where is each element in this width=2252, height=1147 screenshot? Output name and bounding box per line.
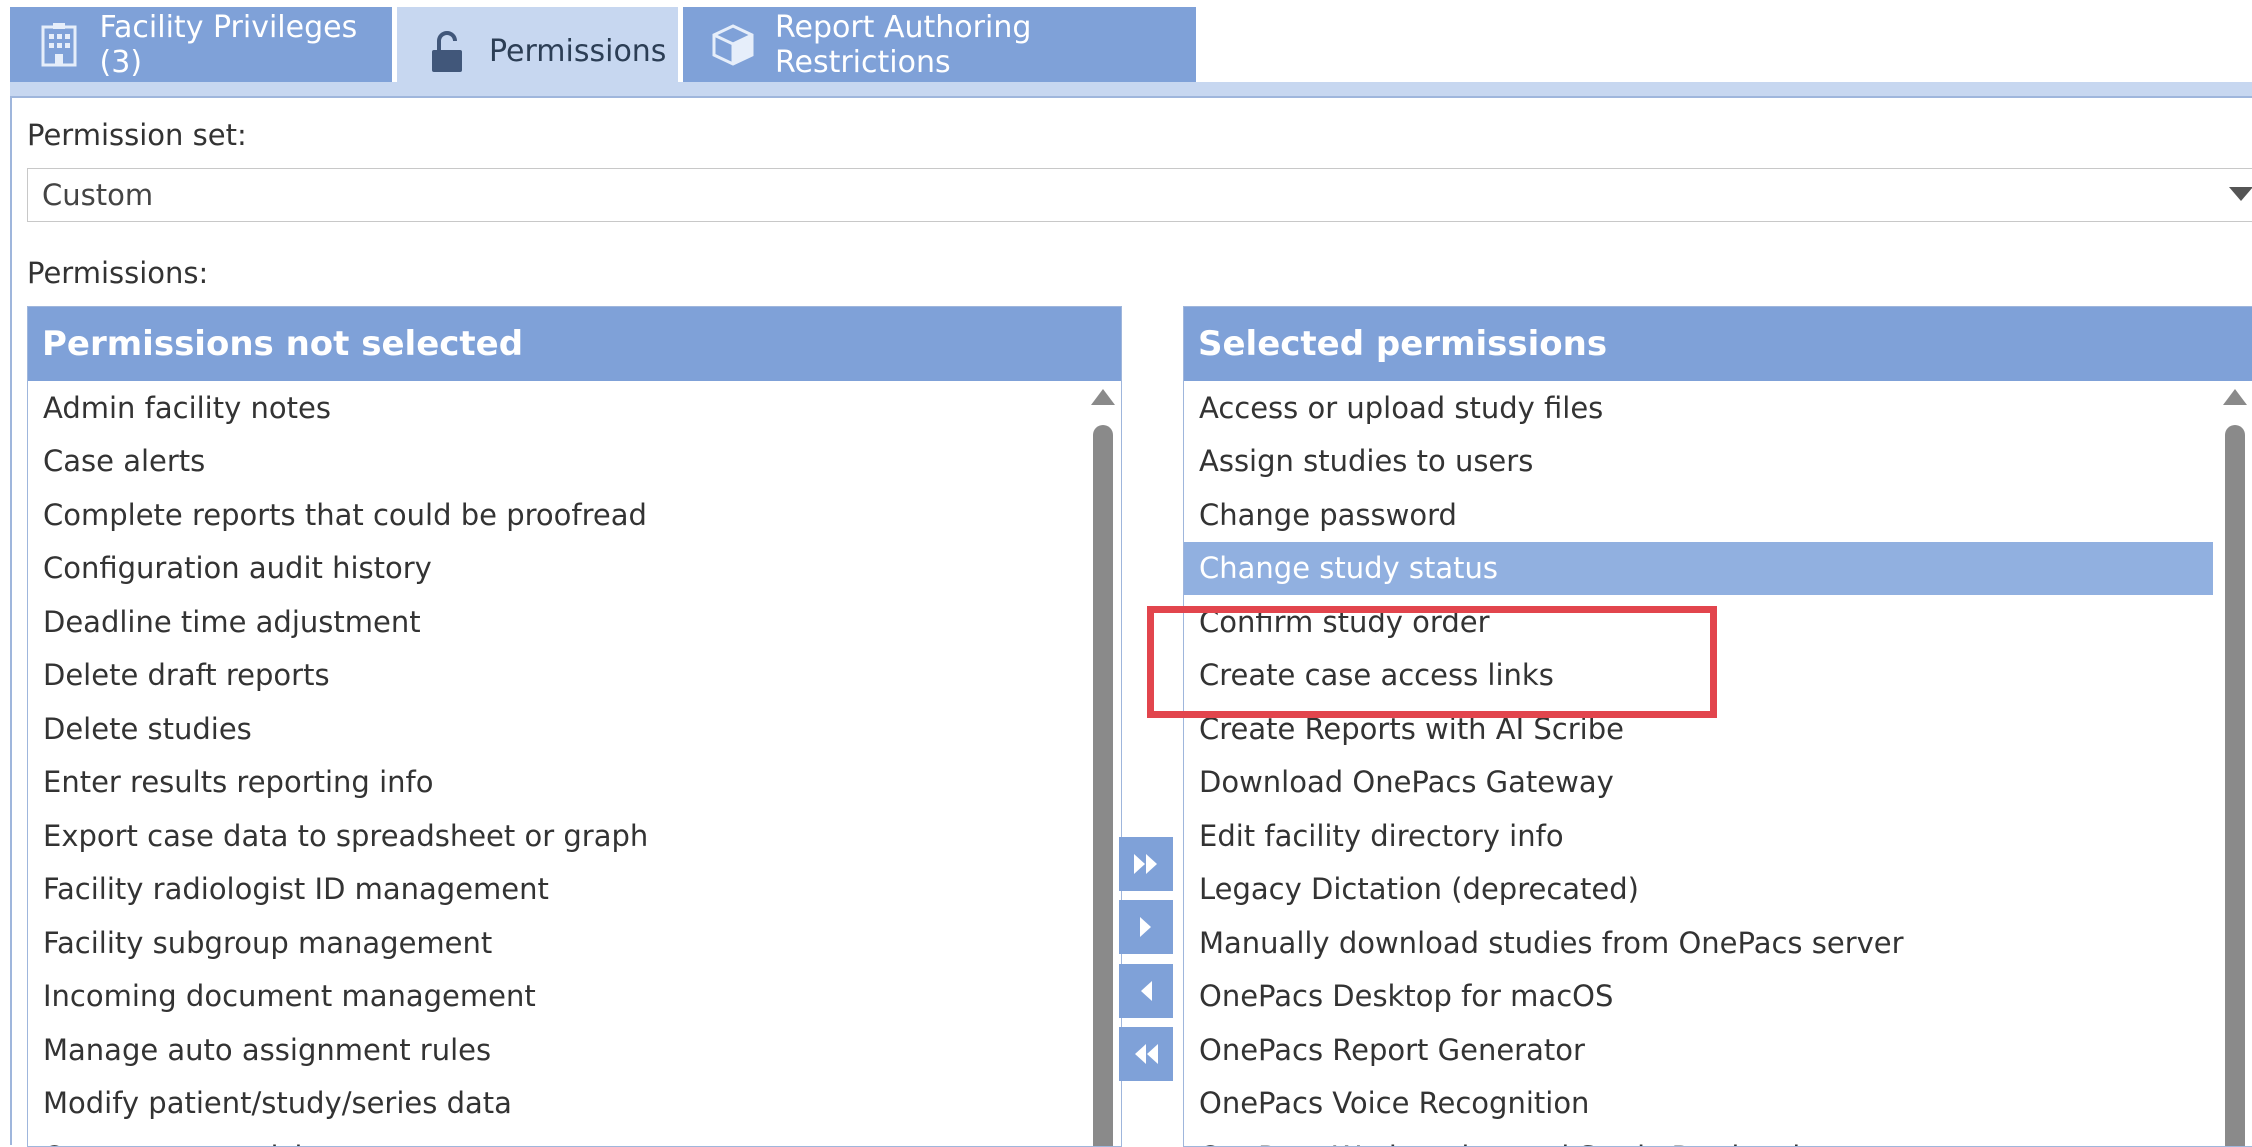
list-item[interactable]: Complete reports that could be proofread xyxy=(28,488,1081,542)
list-item[interactable]: Edit facility directory info xyxy=(1184,809,2213,863)
list-item[interactable]: Assign studies to users xyxy=(1184,435,2213,489)
tab-label: Report Authoring Restrictions xyxy=(775,9,1032,80)
tab-report-authoring-restrictions[interactable]: Report Authoring Restrictions xyxy=(683,7,1196,82)
list-item[interactable]: OnePacs Report Generator xyxy=(1184,1023,2213,1077)
list-item[interactable]: Manually download studies from OnePacs s… xyxy=(1184,916,2213,970)
list-item[interactable]: Modify patient/study/series data xyxy=(28,1077,1081,1131)
list-header: Selected permissions xyxy=(1184,307,2252,381)
list-item[interactable]: OnePacs Voice Recognition xyxy=(1184,1077,2213,1131)
list-item[interactable]: Delete draft reports xyxy=(28,649,1081,703)
list-item[interactable]: Configuration audit history xyxy=(28,542,1081,596)
list-item[interactable]: Change password xyxy=(1184,488,2213,542)
box-icon xyxy=(711,23,755,67)
list-item[interactable]: Enter results reporting info xyxy=(28,756,1081,810)
list-header: Permissions not selected xyxy=(28,307,1121,381)
tab-label: Facility Privileges (3) xyxy=(99,9,358,80)
tab-label: Permissions xyxy=(489,34,667,69)
list-item[interactable]: Overcomment tickets xyxy=(28,1130,1081,1146)
list-items: Admin facility notes Case alerts Complete … xyxy=(28,381,1081,1146)
scrollbar[interactable] xyxy=(1081,381,1121,1146)
list-item[interactable]: Admin facility notes xyxy=(28,381,1081,435)
permission-set-label: Permission set: xyxy=(27,118,247,152)
chevron-down-icon xyxy=(2229,187,2252,201)
list-item[interactable]: Legacy Dictation (deprecated) xyxy=(1184,863,2213,917)
list-item[interactable]: Access or upload study files xyxy=(1184,381,2213,435)
list-item[interactable]: OnePacs Desktop for macOS xyxy=(1184,970,2213,1024)
remove-all-button[interactable] xyxy=(1119,1027,1173,1081)
add-selected-button[interactable] xyxy=(1119,900,1173,954)
permissions-label: Permissions: xyxy=(27,256,209,290)
scrollbar[interactable] xyxy=(2213,381,2252,1146)
list-item[interactable]: Case alerts xyxy=(28,435,1081,489)
permission-set-value: Custom xyxy=(42,178,154,212)
tab-bar: Facility Privileges (3) Permissions Repo… xyxy=(0,0,2252,96)
scroll-up-arrow-icon[interactable] xyxy=(2223,389,2247,405)
list-item[interactable]: Change study status xyxy=(1184,541,2213,595)
tab-permissions[interactable]: Permissions xyxy=(397,7,678,96)
chevron-left-icon xyxy=(1141,981,1152,1001)
list-item[interactable]: Delete studies xyxy=(28,702,1081,756)
permission-set-select[interactable]: Custom xyxy=(27,168,2252,222)
list-item[interactable]: Create case access links xyxy=(1184,649,2213,703)
list-item[interactable]: Manage auto assignment rules xyxy=(28,1023,1081,1077)
tab-facility-privileges[interactable]: Facility Privileges (3) xyxy=(10,7,392,82)
list-item[interactable]: Download OnePacs Gateway xyxy=(1184,756,2213,810)
list-item[interactable]: Deadline time adjustment xyxy=(28,595,1081,649)
double-chevron-right-icon xyxy=(1134,854,1157,874)
list-item[interactable]: Confirm study order xyxy=(1184,595,2213,649)
list-item[interactable]: Export case data to spreadsheet or graph xyxy=(28,809,1081,863)
chevron-right-icon xyxy=(1140,917,1151,937)
add-all-button[interactable] xyxy=(1119,837,1173,891)
list-item[interactable]: OnePacs Workstation and Study Retrieval xyxy=(1184,1130,2213,1146)
building-icon xyxy=(38,22,80,67)
scroll-up-arrow-icon[interactable] xyxy=(1091,389,1115,405)
remove-selected-button[interactable] xyxy=(1119,964,1173,1018)
permissions-not-selected-list: Permissions not selected Admin facility … xyxy=(27,306,1122,1147)
list-item[interactable]: Facility radiologist ID management xyxy=(28,863,1081,917)
selected-permissions-list: Selected permissions Access or upload st… xyxy=(1183,306,2252,1147)
double-chevron-left-icon xyxy=(1135,1044,1158,1064)
scroll-thumb[interactable] xyxy=(1093,425,1113,1146)
tab-bar-underline xyxy=(10,82,2252,96)
list-item[interactable]: Create Reports with AI Scribe xyxy=(1184,702,2213,756)
scroll-thumb[interactable] xyxy=(2225,425,2245,1146)
list-item[interactable]: Facility subgroup management xyxy=(28,916,1081,970)
list-item[interactable]: Incoming document management xyxy=(28,970,1081,1024)
unlock-icon xyxy=(425,30,469,74)
list-items: Access or upload study files Assign studi… xyxy=(1184,381,2213,1146)
permissions-panel: Permission set: Custom Permissions: Perm… xyxy=(10,96,2252,1147)
